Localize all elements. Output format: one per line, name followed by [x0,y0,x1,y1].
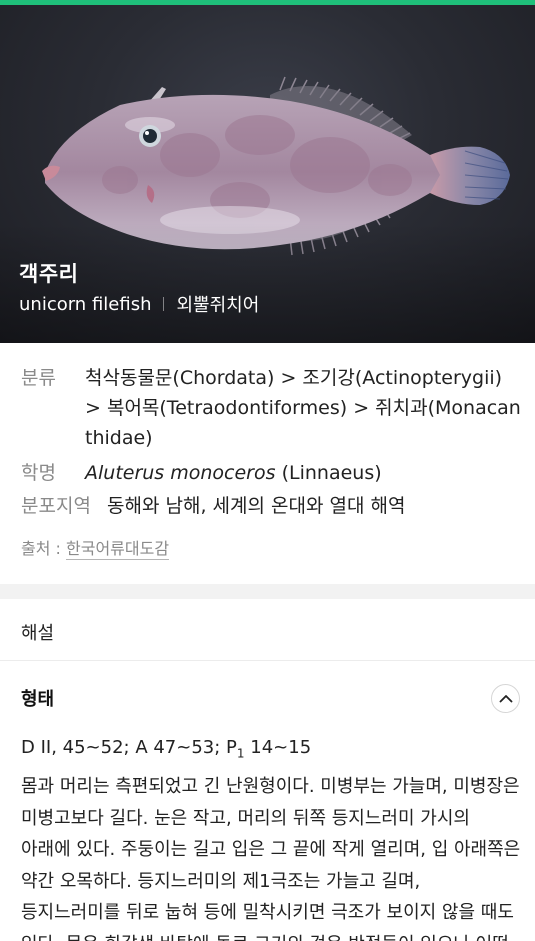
classification-label: 분류 [21,367,56,389]
source-prefix: 출처 : [21,539,67,558]
scientific-name-row: 학명 Aluterus monoceros (Linnaeus) [21,458,382,488]
section-gap [0,584,535,599]
fin-formula: D II, 45~52; A 47~53; P1 14~15 [21,737,311,761]
hero-subtitle: unicorn filefish 외뿔쥐치어 [19,291,259,317]
info-panel: 분류 척삭동물문(Chordata) > 조기강(Actinopterygii)… [0,343,535,584]
scientific-name-label: 학명 [21,462,56,484]
scientific-name-value: Aluterus monoceros (Linnaeus) [85,458,382,488]
source-link[interactable]: 한국어류대도감 [66,539,170,560]
distribution-value: 동해와 남해, 세계의 온대와 열대 해역 [107,495,406,517]
alternate-name: 외뿔쥐치어 [176,295,260,316]
morphology-title: 형태 [21,689,55,710]
distribution-label: 분포지역 [21,495,91,517]
scientific-author: (Linnaeus) [281,462,382,484]
hero-shade [0,223,535,343]
distribution-row: 분포지역 동해와 남해, 세계의 온대와 열대 해역 [21,491,405,521]
scientific-binomial: Aluterus monoceros [85,462,276,484]
fin-formula-sub: 1 [236,746,245,761]
commentary-title: 해설 [21,623,55,644]
fin-formula-tail: 14~15 [244,737,312,758]
name-divider [163,297,165,311]
chevron-up-icon [499,695,512,703]
fin-formula-main: D II, 45~52; A 47~53; P [21,737,237,758]
classification-value: 척삭동물문(Chordata) > 조기강(Actinopterygii) > … [85,367,521,449]
hero-banner: 객주리 unicorn filefish 외뿔쥐치어 [0,5,535,343]
morphology-section: 형태 D II, 45~52; A 47~53; P1 14~15 몸과 머리는… [0,661,535,941]
source-line: 출처 : 한국어류대도감 [21,535,170,560]
collapse-button[interactable] [491,684,520,713]
commentary-section[interactable]: 해설 [0,599,535,661]
page-title: 객주리 [19,262,79,286]
morphology-description: 몸과 머리는 측편되었고 긴 난원형이다. 미병부는 가늘며, 미병장은 미병고… [21,776,521,941]
classification-row: 분류 척삭동물문(Chordata) > 조기강(Actinopterygii)… [21,363,521,453]
english-name: unicorn filefish [19,293,152,315]
